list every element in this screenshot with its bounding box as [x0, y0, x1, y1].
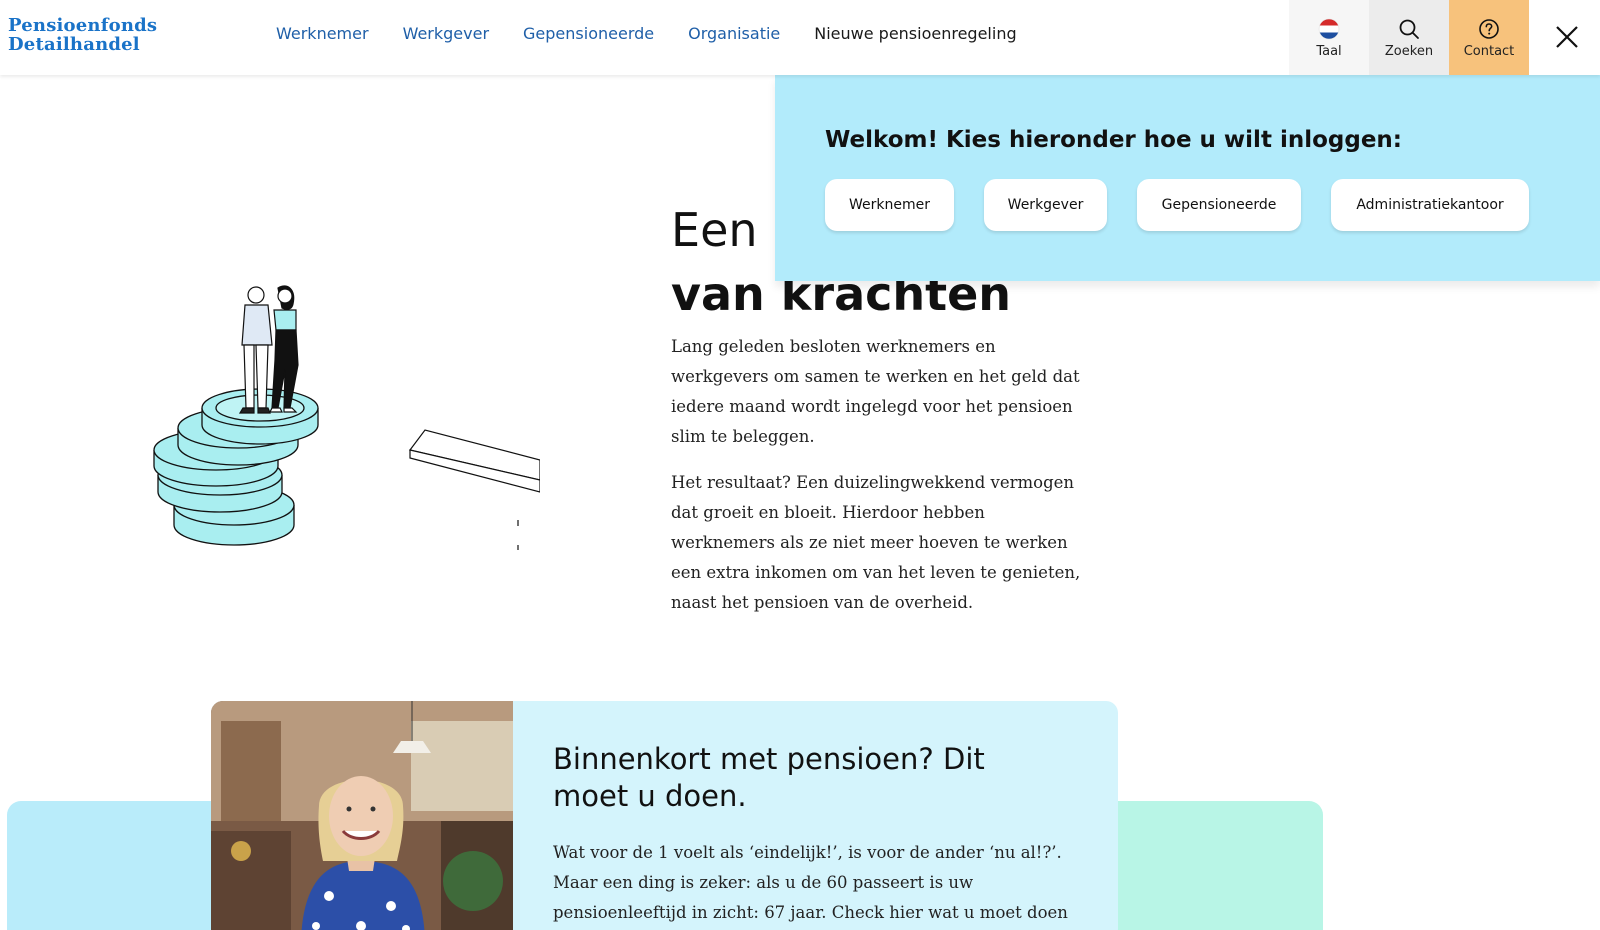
login-werknemer-button[interactable]: Werknemer	[825, 179, 954, 231]
login-werkgever-button[interactable]: Werkgever	[984, 179, 1107, 231]
coins-illustration	[153, 285, 540, 550]
help-icon	[1479, 19, 1499, 39]
logo-line-1: Pensioenfonds	[8, 15, 158, 36]
login-panel: Welkom! Kies hieronder hoe u wilt inlogg…	[775, 75, 1600, 281]
hero-paragraph-2: Het resultaat? Een duizelingwekkend verm…	[671, 473, 1081, 612]
logo[interactable]: Pensioenfonds Detailhandel	[8, 16, 157, 54]
card-title: Binnenkort met pensioen? Dit moet u doen…	[553, 742, 985, 813]
language-button[interactable]: Taal	[1289, 0, 1369, 75]
hero-body: Lang geleden besloten werknemers en werk…	[671, 332, 1091, 634]
hero-paragraph-1: Lang geleden besloten werknemers en werk…	[671, 337, 1080, 446]
logo-line-2: Detailhandel	[8, 34, 140, 55]
dutch-flag-icon	[1318, 18, 1340, 40]
contact-label: Contact	[1463, 44, 1515, 59]
decorative-band-right	[1110, 801, 1323, 930]
card-text: Wat voor de 1 voelt als ‘eindelijk!’, is…	[553, 843, 1068, 922]
search-button[interactable]: Zoeken	[1369, 0, 1449, 75]
search-icon	[1399, 19, 1419, 39]
login-title: Welkom! Kies hieronder hoe u wilt inlogg…	[825, 127, 1402, 153]
retirement-card[interactable]: Binnenkort met pensioen? Dit moet u doen…	[211, 701, 1118, 930]
login-administratiekantoor-button[interactable]: Administratiekantoor	[1331, 179, 1529, 231]
search-label: Zoeken	[1384, 44, 1434, 59]
site-header: Pensioenfonds Detailhandel Werknemer Wer…	[0, 0, 1600, 75]
nav-werkgever[interactable]: Werkgever	[403, 24, 489, 43]
login-gepensioneerde-button[interactable]: Gepensioneerde	[1137, 179, 1301, 231]
nav-organisatie[interactable]: Organisatie	[688, 24, 780, 43]
contact-button[interactable]: Contact	[1449, 0, 1529, 75]
language-label: Taal	[1316, 44, 1342, 59]
nav-nieuwe-pensioenregeling[interactable]: Nieuwe pensioenregeling	[814, 24, 1016, 43]
main-nav: Werknemer Werkgever Gepensioneerde Organ…	[276, 24, 1051, 43]
nav-werknemer[interactable]: Werknemer	[276, 24, 369, 43]
retired-woman-photo	[211, 701, 513, 930]
close-icon[interactable]	[1549, 19, 1585, 55]
nav-gepensioneerde[interactable]: Gepensioneerde	[523, 24, 654, 43]
